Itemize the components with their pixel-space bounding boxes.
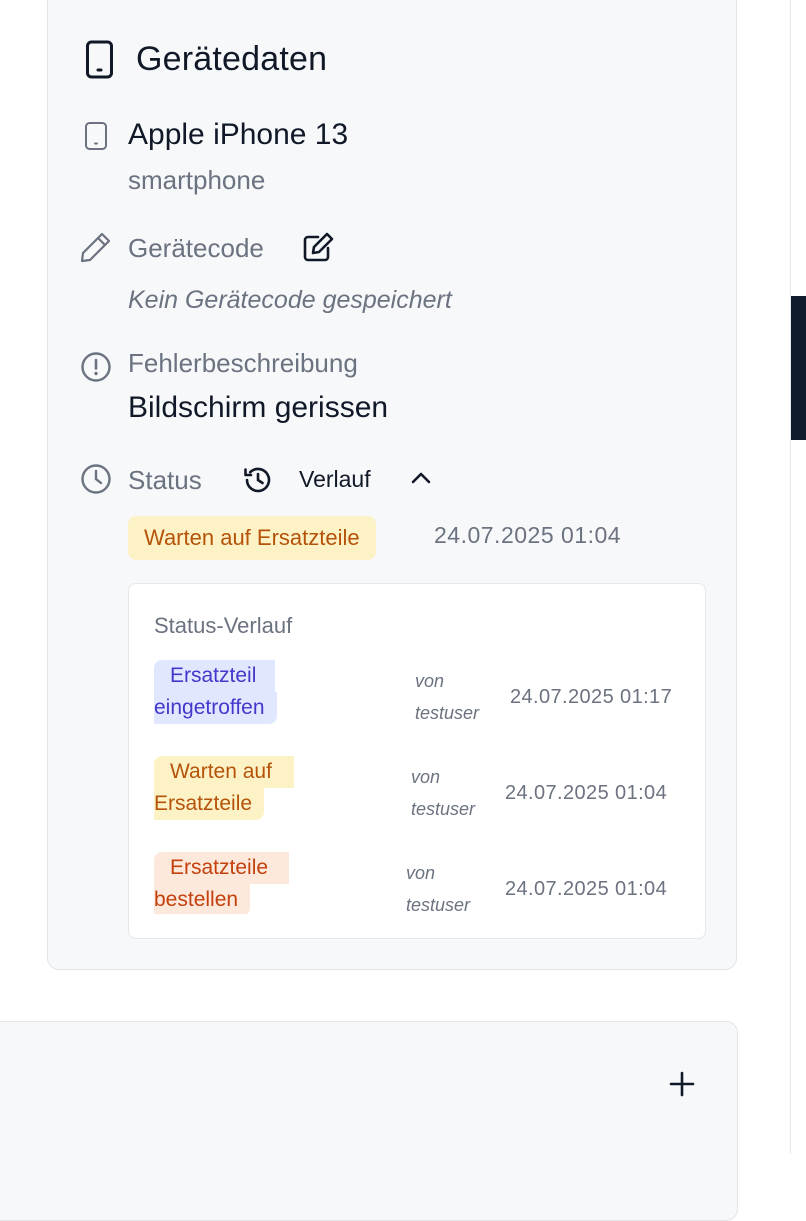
status-history-list[interactable]: Ersatzteil eingetroffen von testuser 24.… [129, 650, 705, 914]
history-status-badge: Warten auf Ersatzteile [154, 756, 294, 820]
status-history-title: Status-Verlauf [154, 613, 293, 638]
device-type: smartphone [128, 165, 266, 195]
history-icon [242, 464, 274, 496]
history-by-user: testuser [415, 703, 480, 723]
panel-divider [790, 0, 791, 1154]
history-date: 24.07.2025 01:04 [505, 878, 668, 900]
edit-square-icon [301, 231, 337, 263]
secondary-card [0, 1021, 738, 1221]
history-by-user: testuser [406, 895, 471, 914]
add-button[interactable] [664, 1066, 700, 1102]
edit-code-button[interactable] [301, 230, 337, 264]
current-status-date: 24.07.2025 01:04 [434, 522, 622, 548]
alert-circle-icon [80, 351, 112, 383]
chevron-up-icon [410, 470, 432, 486]
history-date: 24.07.2025 01:17 [510, 686, 673, 708]
history-badge-line1: Ersatzteile [154, 852, 289, 884]
history-status-badge: Ersatzteil eingetroffen [154, 660, 277, 724]
history-status-badge: Ersatzteile bestellen [154, 852, 289, 914]
device-icon [84, 121, 108, 151]
fault-label: Fehlerbeschreibung [128, 348, 358, 378]
history-by-prefix: von [415, 671, 445, 691]
card-title: Gerätedaten [136, 40, 328, 78]
history-toggle-label: Verlauf [299, 466, 371, 492]
fault-value: Bildschirm gerissen [128, 391, 389, 424]
status-label: Status [128, 465, 202, 495]
history-badge-line2: eingetroffen [154, 692, 277, 724]
history-badge-line2: bestellen [154, 884, 251, 914]
history-by-prefix: von [406, 863, 436, 883]
history-badge-line1: Ersatzteil [154, 660, 275, 692]
pencil-icon [79, 230, 113, 264]
device-name: Apple iPhone 13 [128, 118, 349, 151]
dark-panel-segment [791, 296, 806, 440]
device-code-label: Gerätecode [128, 233, 264, 263]
history-date: 24.07.2025 01:04 [505, 782, 668, 804]
smartphone-icon [85, 40, 115, 80]
clock-icon [80, 463, 112, 495]
history-by-prefix: von [411, 767, 441, 787]
history-by-user: testuser [411, 799, 476, 819]
history-badge-line1: Warten auf [154, 756, 294, 788]
device-code-empty: Kein Gerätecode gespeichert [128, 286, 452, 314]
plus-icon [664, 1066, 700, 1102]
side-panel-edge [790, 0, 806, 1154]
current-status-badge: Warten auf Ersatzteile [128, 516, 376, 560]
history-badge-line2: Ersatzteile [154, 788, 265, 820]
